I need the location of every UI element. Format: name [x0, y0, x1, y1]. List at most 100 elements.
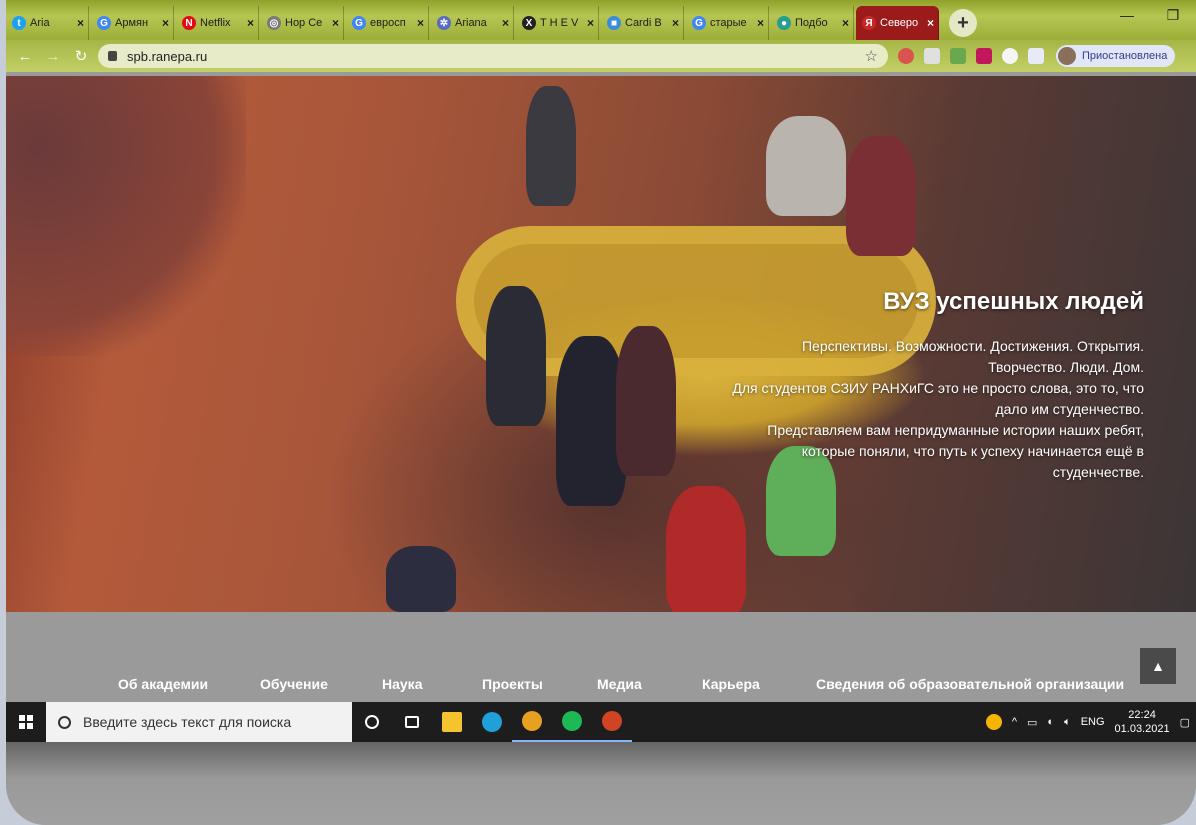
network-icon[interactable]: ◐ [1047, 716, 1054, 728]
clock-date: 01.03.2021 [1114, 723, 1170, 735]
nav-item-science[interactable]: Наука [382, 676, 422, 692]
hero-line: Перспективы. Возможности. Достижения. От… [801, 338, 1144, 354]
cortana-icon[interactable] [352, 702, 392, 742]
tab-title: Подбо [795, 17, 828, 29]
taskbar-search-input[interactable]: Введите здесь текст для поиска [46, 702, 352, 742]
close-icon[interactable]: × [502, 16, 509, 30]
browser-tab[interactable]: ■ Cardi B × [601, 6, 684, 40]
url-text: spb.ranepa.ru [127, 48, 208, 64]
tab-list: t Aria × G Армян × N Netflix × ◎ Hop Ce × Gевросп × ✲ A… [6, 6, 941, 40]
powerpoint-icon[interactable] [592, 702, 632, 742]
hero-line: Представляем вам непридуманные истории н… [767, 422, 1144, 438]
nav-item-education[interactable]: Обучение [260, 676, 328, 692]
xo-icon: X [522, 16, 536, 30]
spotify-icon[interactable] [552, 702, 592, 742]
volume-icon[interactable]: 🔈︎ [1064, 716, 1071, 729]
tab-title: Aria [30, 17, 50, 29]
clock-time: 22:24 [1128, 709, 1156, 721]
tab-title: Netflix [200, 17, 231, 29]
site-icon: ● [777, 16, 791, 30]
hero-line: студенчестве. [1052, 464, 1144, 480]
start-button[interactable] [6, 702, 46, 742]
extension-icon[interactable] [976, 48, 992, 64]
hero-description: Перспективы. Возможности. Достижения. От… [704, 336, 1144, 483]
browser-tab[interactable]: Gевросп × [346, 6, 429, 40]
system-tray: ^ ▭ ◐ 🔈︎ ENG 22:24 01.03.2021 ▢ [985, 708, 1196, 736]
task-view-icon[interactable] [392, 702, 432, 742]
close-icon[interactable]: × [587, 16, 594, 30]
address-bar[interactable]: spb.ranepa.ru ☆ [98, 44, 888, 68]
nav-item-media[interactable]: Медиа [597, 676, 642, 692]
browser-tab[interactable]: Я Северо × [856, 6, 939, 40]
star-icon: ✲ [437, 16, 451, 30]
back-icon[interactable]: ← [14, 48, 36, 65]
close-icon[interactable]: × [757, 16, 764, 30]
google-icon: G [97, 16, 111, 30]
browser-tab[interactable]: G Армян × [91, 6, 174, 40]
chevron-up-icon[interactable]: ^ [1012, 716, 1017, 728]
hero-banner: ВУЗ успешных людей Перспективы. Возможно… [6, 76, 1196, 612]
nav-item-org-info[interactable]: Сведения об образовательной организации [816, 676, 1124, 692]
close-icon[interactable]: × [332, 16, 339, 30]
close-icon[interactable]: × [927, 16, 934, 30]
close-icon[interactable]: × [77, 16, 84, 30]
file-explorer-icon[interactable] [432, 702, 472, 742]
hero-line: Творчество. Люди. Дом. [988, 359, 1144, 375]
reading-list-icon[interactable] [1028, 48, 1044, 64]
extension-icon[interactable] [898, 48, 914, 64]
clock[interactable]: 22:24 01.03.2021 [1115, 708, 1170, 736]
scroll-to-top-button[interactable]: ▲ [1140, 648, 1176, 684]
profile-button[interactable]: Приостановлена [1056, 45, 1176, 67]
hero-image [846, 136, 916, 256]
browser-toolbar: ← → ↻ spb.ranepa.ru ☆ Приостановлена [6, 40, 1196, 72]
hero-image [526, 86, 576, 206]
close-icon[interactable]: × [162, 16, 169, 30]
google-icon: G [692, 16, 706, 30]
battery-icon[interactable]: ▭ [1027, 716, 1037, 729]
chrome-icon[interactable] [512, 702, 552, 742]
bookmark-star-icon[interactable]: ☆ [865, 47, 878, 65]
page-icon: ■ [607, 16, 621, 30]
nav-item-projects[interactable]: Проекты [482, 676, 543, 692]
browser-tab-strip: t Aria × G Армян × N Netflix × ◎ Hop Ce × Gевросп × ✲ A… [6, 0, 1196, 40]
close-icon[interactable]: × [417, 16, 424, 30]
nav-item-about[interactable]: Об академии [118, 676, 208, 692]
browser-tab[interactable]: X T H E V × [516, 6, 599, 40]
forward-icon[interactable]: → [42, 48, 64, 65]
restore-icon[interactable]: ❐ [1150, 0, 1196, 30]
browser-tab[interactable]: ● Подбо × [771, 6, 854, 40]
browser-tab[interactable]: ✲ Ariana × [431, 6, 514, 40]
reload-icon[interactable]: ↻ [70, 47, 92, 65]
search-icon [58, 715, 71, 729]
browser-tab[interactable]: t Aria × [6, 6, 89, 40]
tab-title: Hop Ce [285, 17, 323, 29]
minimize-icon[interactable]: — [1104, 0, 1150, 30]
notifications-icon[interactable]: ▢ [1180, 716, 1190, 729]
spotify-icon-glyph [562, 711, 582, 731]
powerpoint-icon-glyph [602, 711, 622, 731]
close-icon[interactable]: × [247, 16, 254, 30]
lock-icon [108, 51, 117, 61]
edge-icon[interactable] [472, 702, 512, 742]
new-tab-button[interactable]: + [949, 9, 977, 37]
extension-icon[interactable] [950, 48, 966, 64]
browser-tab[interactable]: Gстарые × [686, 6, 769, 40]
browser-tab[interactable]: ◎ Hop Ce × [261, 6, 344, 40]
nav-item-career[interactable]: Карьера [702, 676, 760, 692]
hero-line: Для студентов СЗИУ РАНХиГС это не просто… [732, 380, 1144, 396]
hero-image [666, 486, 746, 612]
globe-icon: ◎ [267, 16, 281, 30]
close-icon[interactable]: × [672, 16, 679, 30]
browser-tab[interactable]: N Netflix × [176, 6, 259, 40]
screen-frame: t Aria × G Армян × N Netflix × ◎ Hop Ce × Gевросп × ✲ A… [6, 0, 1196, 825]
profile-status-label: Приостановлена [1082, 50, 1168, 62]
google-icon: G [352, 16, 366, 30]
hero-image [486, 286, 546, 426]
puzzle-icon[interactable] [1002, 48, 1018, 64]
hero-image [6, 76, 246, 356]
close-icon[interactable]: × [842, 16, 849, 30]
extension-icon[interactable] [924, 48, 940, 64]
tab-title: Cardi B [625, 17, 662, 29]
help-icon[interactable] [985, 714, 1002, 730]
language-indicator[interactable]: ENG [1081, 716, 1105, 728]
